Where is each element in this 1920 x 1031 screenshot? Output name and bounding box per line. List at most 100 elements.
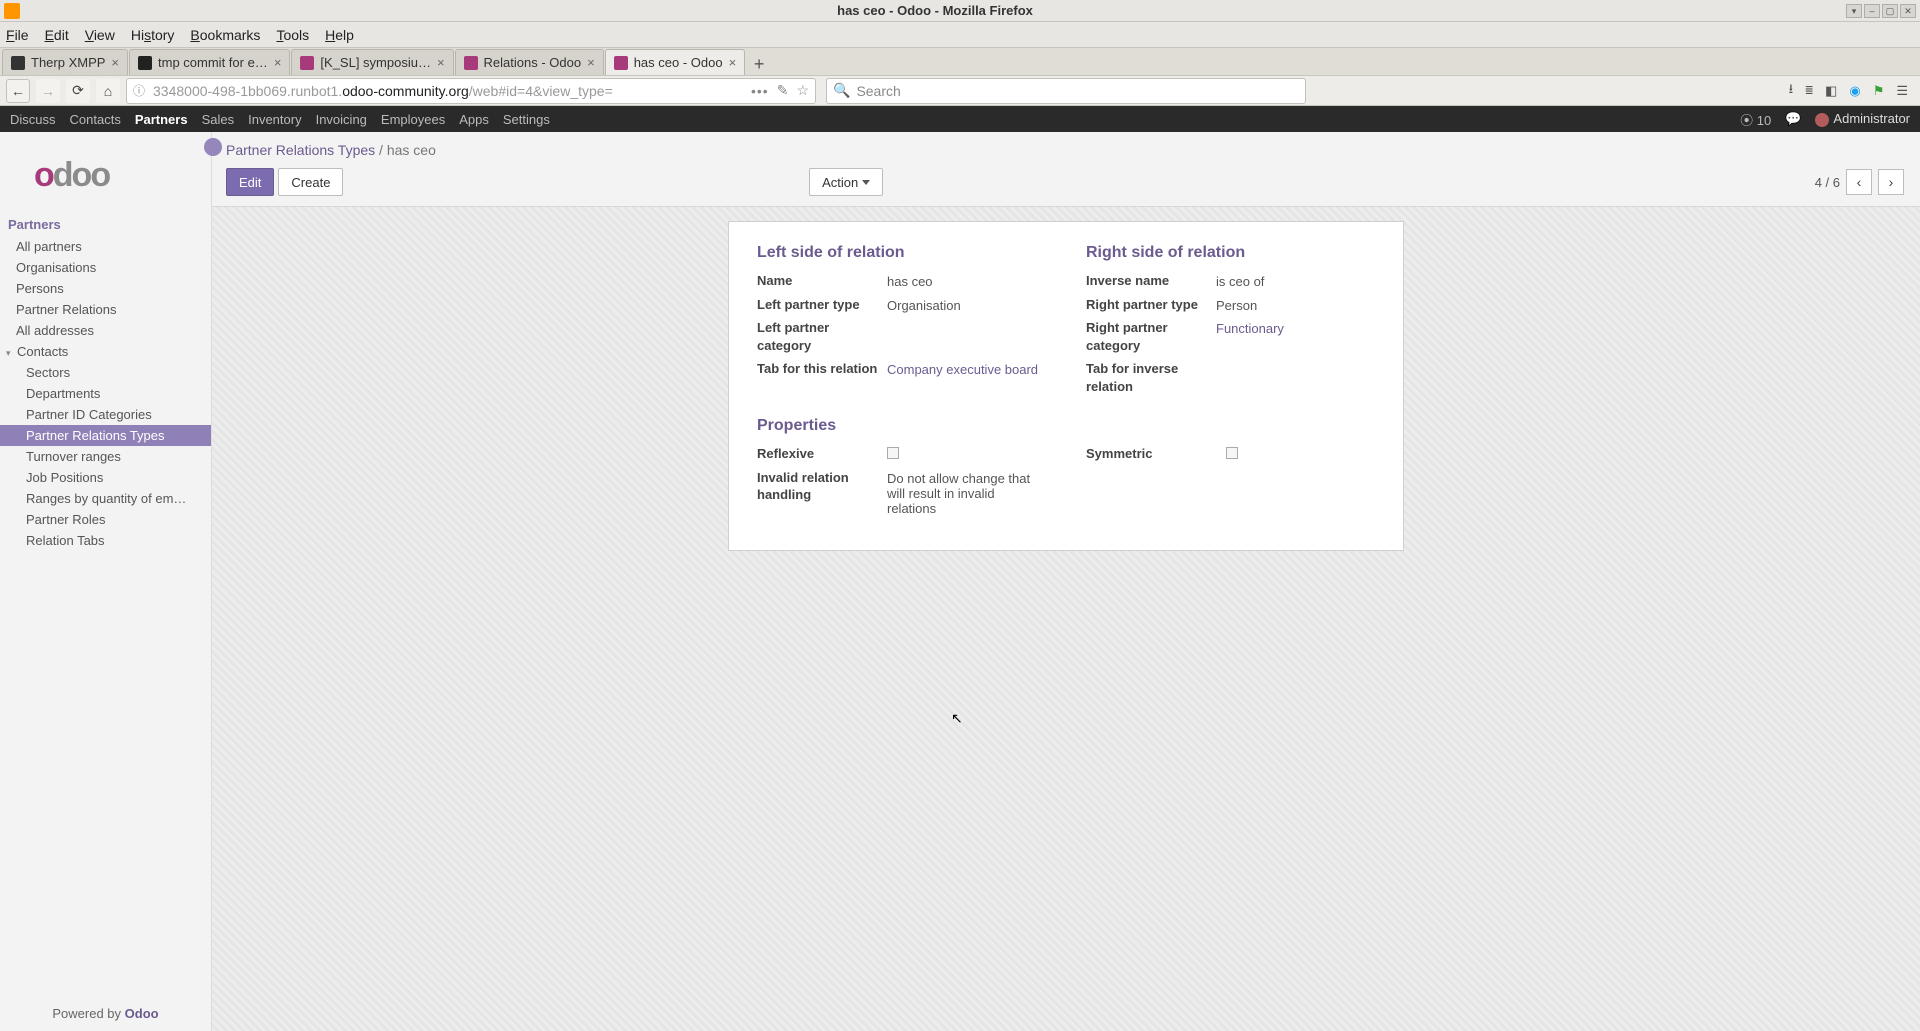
odoo-logo[interactable]: odoo	[0, 132, 211, 213]
right-column: Right side of relation Inverse nameis ce…	[1086, 244, 1375, 401]
label-left-tab: Tab for this relation	[757, 360, 887, 378]
label-reflexive: Reflexive	[757, 445, 887, 463]
extension2-icon[interactable]: ⚑	[1873, 83, 1885, 99]
menu-bookmarks[interactable]: Bookmarks	[190, 27, 260, 43]
nav-item-settings[interactable]: Settings	[503, 112, 550, 127]
reload-button[interactable]: ⟳	[66, 79, 90, 103]
link-left-tab[interactable]: Company executive board	[887, 362, 1038, 377]
tab-close-icon[interactable]: ×	[587, 55, 595, 70]
nav-item-invoicing[interactable]: Invoicing	[316, 112, 367, 127]
sidebar-subitem-7[interactable]: Partner Roles	[0, 509, 211, 530]
window-close-icon[interactable]: ✕	[1900, 4, 1916, 18]
nav-item-sales[interactable]: Sales	[202, 112, 235, 127]
browser-tab-2[interactable]: [K_SL] symposiu… ×	[291, 49, 453, 75]
link-right-category[interactable]: Functionary	[1216, 321, 1284, 336]
sidebar-item-1[interactable]: Organisations	[0, 257, 211, 278]
content-area: Partner Relations Types / has ceo Edit C…	[212, 132, 1920, 1031]
chat-icon[interactable]: 💬	[1785, 111, 1801, 127]
nav-item-apps[interactable]: Apps	[459, 112, 489, 127]
sidebar-item-0[interactable]: All partners	[0, 236, 211, 257]
forward-button[interactable]: →	[36, 79, 60, 103]
window-controls: ▾ – ▢ ✕	[1846, 4, 1920, 18]
window-minimize-icon[interactable]: –	[1864, 4, 1880, 18]
downloads-icon[interactable]: ⭳	[1789, 80, 1794, 102]
tab-label: [K_SL] symposiu…	[320, 55, 431, 70]
search-icon: 🔍	[833, 82, 850, 99]
nav-item-contacts[interactable]: Contacts	[70, 112, 121, 127]
back-button[interactable]: ←	[6, 79, 30, 103]
pager-text[interactable]: 4 / 6	[1815, 175, 1840, 190]
label-invalid-handling: Invalid relation handling	[757, 469, 887, 504]
sidebar-header-partners[interactable]: Partners	[0, 213, 211, 236]
breadcrumb-root[interactable]: Partner Relations Types	[226, 142, 375, 158]
create-button[interactable]: Create	[278, 168, 343, 196]
sidebar-item-contacts[interactable]: Contacts	[0, 341, 211, 362]
browser-tab-3[interactable]: Relations - Odoo×	[455, 49, 604, 75]
sidebar-subitem-1[interactable]: Departments	[0, 383, 211, 404]
browser-navbar: ← → ⟳ ⌂ ⓘ 3348000-498-1bb069.runbot1.odo…	[0, 76, 1920, 106]
pager-prev-button[interactable]: ‹	[1846, 169, 1872, 195]
tab-close-icon[interactable]: ×	[274, 55, 282, 70]
nav-item-inventory[interactable]: Inventory	[248, 112, 301, 127]
user-menu[interactable]: Administrator	[1815, 111, 1910, 127]
sidebar-item-3[interactable]: Partner Relations	[0, 299, 211, 320]
messaging-counter[interactable]: ⦿ 10	[1740, 110, 1771, 129]
nav-item-discuss[interactable]: Discuss	[10, 112, 56, 127]
sidebar-icon[interactable]: ◧	[1825, 83, 1837, 99]
hamburger-icon[interactable]: ☰	[1896, 83, 1908, 99]
menu-view[interactable]: View	[85, 27, 115, 43]
action-dropdown[interactable]: Action	[809, 168, 883, 196]
sidebar-subitem-2[interactable]: Partner ID Categories	[0, 404, 211, 425]
nav-item-employees[interactable]: Employees	[381, 112, 445, 127]
edit-button[interactable]: Edit	[226, 168, 274, 196]
window-maximize-icon[interactable]: ▢	[1882, 4, 1898, 18]
menu-tools[interactable]: Tools	[276, 27, 309, 43]
nav-item-partners[interactable]: Partners	[135, 112, 188, 127]
pager-next-button[interactable]: ›	[1878, 169, 1904, 195]
menu-file[interactable]: File	[6, 27, 29, 43]
favicon-icon	[138, 56, 152, 70]
menu-history[interactable]: History	[131, 27, 175, 43]
menu-edit[interactable]: Edit	[45, 27, 69, 43]
search-bar[interactable]: 🔍 Search	[826, 78, 1306, 104]
tab-label: has ceo - Odoo	[634, 55, 723, 70]
tab-label: tmp commit for e…	[158, 55, 268, 70]
sidebar-subitem-4[interactable]: Turnover ranges	[0, 446, 211, 467]
sidebar-subitem-3[interactable]: Partner Relations Types	[0, 425, 211, 446]
home-button[interactable]: ⌂	[96, 79, 120, 103]
sidebar-item-4[interactable]: All addresses	[0, 320, 211, 341]
sidebar-subitem-0[interactable]: Sectors	[0, 362, 211, 383]
value-right-tab	[1216, 360, 1375, 362]
window-shade-icon[interactable]: ▾	[1846, 4, 1862, 18]
page-actions-icon[interactable]: •••	[751, 83, 769, 99]
tab-close-icon[interactable]: ×	[111, 55, 119, 70]
new-tab-button[interactable]: +	[746, 54, 772, 75]
checkbox-symmetric	[1226, 447, 1238, 459]
label-left-category: Left partner category	[757, 319, 887, 354]
label-left-type: Left partner type	[757, 296, 887, 314]
window-title: has ceo - Odoo - Mozilla Firefox	[24, 3, 1846, 18]
sidebar-subitem-6[interactable]: Ranges by quantity of em…	[0, 488, 211, 509]
search-placeholder: Search	[856, 83, 900, 99]
tab-close-icon[interactable]: ×	[729, 55, 737, 70]
breadcrumb-leaf: has ceo	[387, 142, 436, 158]
form-card: Left side of relation Namehas ceo Left p…	[728, 221, 1404, 551]
bookmark-star-icon[interactable]: ☆	[796, 82, 809, 99]
browser-tab-1[interactable]: tmp commit for e… ×	[129, 49, 290, 75]
extension1-icon[interactable]: ◉	[1849, 83, 1860, 99]
menu-help[interactable]: Help	[325, 27, 354, 43]
label-symmetric: Symmetric	[1086, 445, 1226, 463]
browser-tab-0[interactable]: Therp XMPP×	[2, 49, 128, 75]
app-menubar: File Edit View History Bookmarks Tools H…	[0, 22, 1920, 48]
site-info-icon[interactable]: ⓘ	[133, 82, 145, 99]
value-inverse-name: is ceo of	[1216, 272, 1375, 289]
sidebar-subitem-8[interactable]: Relation Tabs	[0, 530, 211, 551]
reader-mode-icon[interactable]: ✎	[777, 82, 789, 99]
library-icon[interactable]: ≣	[1805, 83, 1813, 98]
browser-tab-4[interactable]: has ceo - Odoo ×	[605, 49, 745, 75]
sidebar-subitem-5[interactable]: Job Positions	[0, 467, 211, 488]
tab-close-icon[interactable]: ×	[437, 55, 445, 70]
sidebar-item-2[interactable]: Persons	[0, 278, 211, 299]
sidebar-footer: Powered by Odoo	[0, 998, 211, 1031]
url-bar[interactable]: ⓘ 3348000-498-1bb069.runbot1.odoo-commun…	[126, 78, 816, 104]
